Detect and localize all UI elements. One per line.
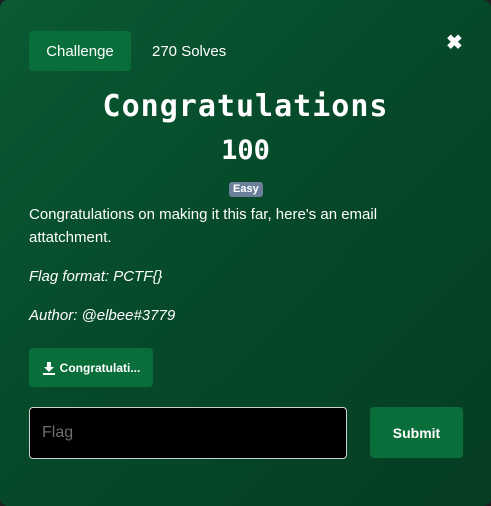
- close-icon[interactable]: ✖: [446, 33, 463, 53]
- download-file-button[interactable]: Congratulati...: [29, 348, 153, 387]
- author-text: Author: @elbee#3779: [29, 307, 176, 324]
- submit-button[interactable]: Submit: [370, 407, 463, 458]
- challenge-points: 100: [221, 135, 270, 166]
- flag-input[interactable]: [29, 407, 347, 459]
- tab-challenge-label: Challenge: [46, 42, 114, 60]
- tab-challenge[interactable]: Challenge: [29, 31, 131, 71]
- solves-count[interactable]: 270 Solves: [152, 43, 226, 60]
- difficulty-badge: Easy: [229, 182, 263, 197]
- download-icon: [42, 361, 55, 375]
- challenge-description: Congratulations on making it this far, h…: [29, 206, 378, 246]
- flag-format-text: Flag format: PCTF{}: [29, 268, 163, 285]
- challenge-title: Congratulations: [102, 89, 389, 124]
- download-file-label: Congratulati...: [59, 360, 141, 375]
- challenge-modal: Challenge 270 Solves ✖ Congratulations 1…: [0, 0, 491, 506]
